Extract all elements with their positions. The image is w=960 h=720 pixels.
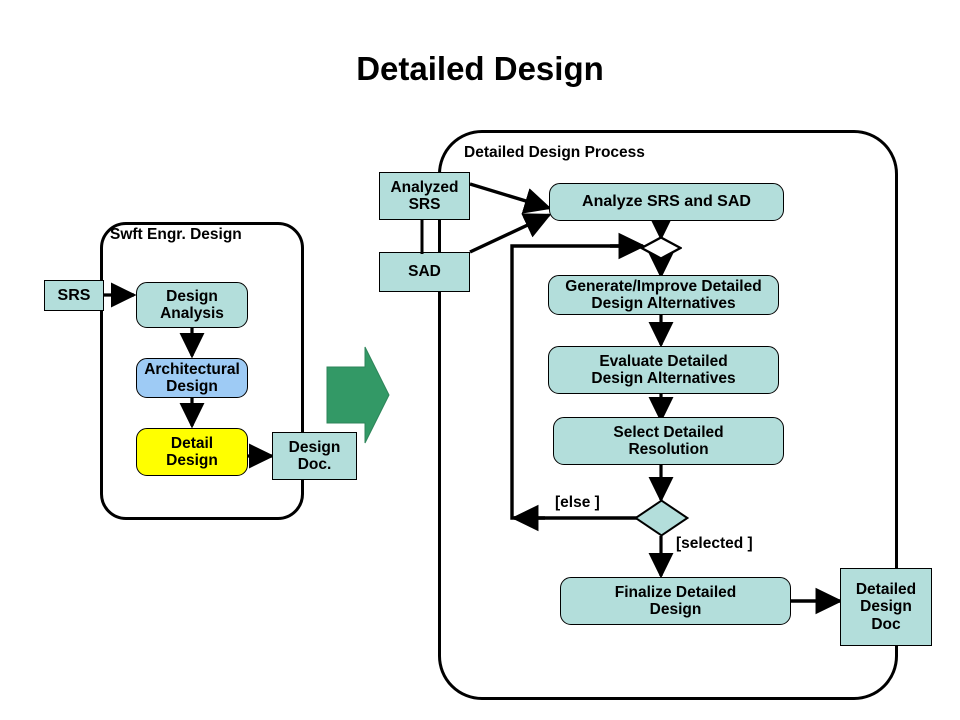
node-finalize-label-line2: Design <box>649 601 702 618</box>
node-detailed-design-doc-label-line2: Design <box>860 598 912 616</box>
node-architectural-design[interactable]: Architectural Design <box>136 358 248 398</box>
node-generate-label-line2: Design Alternatives <box>591 295 736 312</box>
node-analyze-srs-and-sad[interactable]: Analyze SRS and SAD <box>549 183 784 221</box>
node-architectural-design-label-line2: Design <box>166 378 218 395</box>
node-design-doc-label-line2: Doc. <box>297 456 332 473</box>
node-analyze-srs-and-sad-label: Analyze SRS and SAD <box>582 193 751 211</box>
node-design-analysis[interactable]: Design Analysis <box>136 282 248 328</box>
node-select-resolution[interactable]: Select Detailed Resolution <box>553 417 784 465</box>
node-evaluate-label-line1: Evaluate Detailed <box>599 352 728 370</box>
node-finalize-detailed-design[interactable]: Finalize Detailed Design <box>560 577 791 625</box>
node-generate-label-line1: Generate/Improve Detailed <box>565 277 762 295</box>
green-block-arrow <box>326 346 390 444</box>
node-detail-design-label-line2: Design <box>166 452 218 469</box>
node-detailed-design-doc-label-line3: Doc <box>871 615 901 633</box>
page-title: Detailed Design <box>356 50 604 87</box>
detailed-design-process-label: Detailed Design Process <box>464 144 645 161</box>
node-evaluate-alternatives[interactable]: Evaluate Detailed Design Alternatives <box>548 346 779 394</box>
merge-diamond[interactable] <box>640 236 682 260</box>
node-detail-design[interactable]: Detail Design <box>136 428 248 476</box>
node-srs-label: SRS <box>57 286 91 304</box>
node-select-label-line2: Resolution <box>628 441 709 458</box>
node-detail-design-label-line1: Detail <box>170 434 214 452</box>
node-architectural-design-label-line1: Architectural <box>144 360 240 378</box>
swft-engr-design-label: Swft Engr. Design <box>110 226 242 243</box>
node-design-analysis-label-line2: Analysis <box>160 305 224 322</box>
node-sad[interactable]: SAD <box>379 252 470 292</box>
node-srs[interactable]: SRS <box>44 280 104 311</box>
decision-diamond[interactable] <box>634 499 689 537</box>
edge-label-else: [else ] <box>555 494 600 511</box>
node-design-analysis-label-line1: Design <box>166 287 218 305</box>
node-select-label-line1: Select Detailed <box>613 423 724 441</box>
node-finalize-label-line1: Finalize Detailed <box>614 583 737 601</box>
connector-analyzed-srs-to-sad <box>420 219 424 254</box>
node-detailed-design-doc[interactable]: Detailed Design Doc <box>840 568 932 646</box>
node-analyzed-srs-label-line2: SRS <box>408 196 441 213</box>
node-analyzed-srs[interactable]: Analyzed SRS <box>379 172 470 220</box>
node-analyzed-srs-label-line1: Analyzed <box>390 178 459 196</box>
node-evaluate-label-line2: Design Alternatives <box>591 370 736 387</box>
slide-canvas: Detailed Design Swft Engr. Design SRS De… <box>0 0 960 720</box>
node-detailed-design-doc-label-line1: Detailed <box>855 580 917 598</box>
edge-label-selected: [selected ] <box>676 535 753 552</box>
node-sad-label: SAD <box>408 263 441 281</box>
node-generate-improve-alternatives[interactable]: Generate/Improve Detailed Design Alterna… <box>548 275 779 315</box>
